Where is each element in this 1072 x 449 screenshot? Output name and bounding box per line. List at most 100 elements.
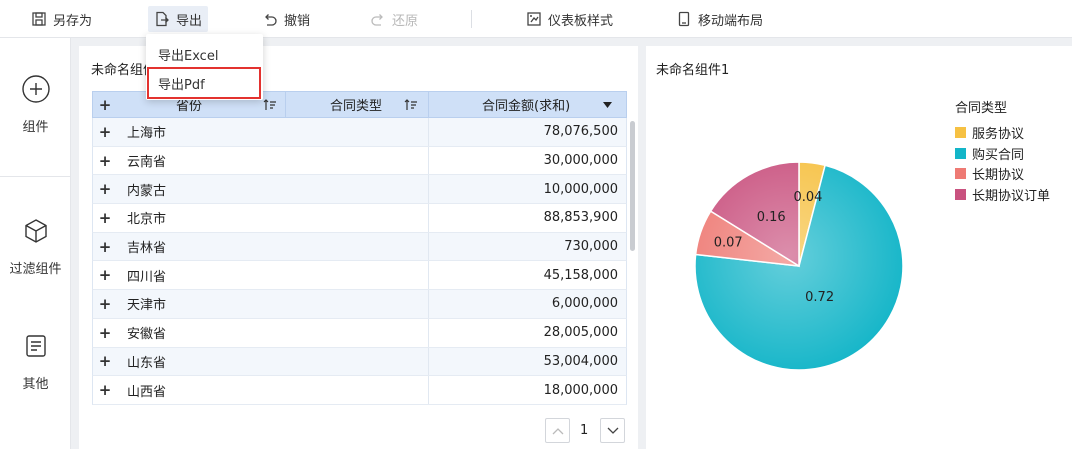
province-cell: + 云南省: [93, 147, 286, 175]
table-row[interactable]: + 四川省 45,158,000: [92, 261, 627, 291]
province-cell: + 山西省: [93, 376, 286, 404]
province-cell: + 上海市: [93, 118, 286, 146]
province-value: 山西省: [127, 384, 167, 400]
column-header-contract-type[interactable]: 合同类型: [286, 92, 429, 117]
legend-swatch: [955, 188, 966, 200]
legend-item[interactable]: 长期协议: [955, 164, 1024, 183]
amount-cell: 10,000,000: [543, 181, 618, 197]
province-cell: + 内蒙古: [93, 175, 286, 203]
expand-icon[interactable]: +: [93, 352, 117, 370]
rail-item-other[interactable]: 其他: [0, 331, 71, 392]
rail-item-label: 组件: [22, 120, 49, 135]
province-value: 上海市: [127, 126, 167, 142]
legend-label: 购买合同: [972, 147, 1025, 163]
expand-icon[interactable]: +: [93, 152, 117, 170]
data-table: + 省份 合同类型 合同金额(求和) + 上海市 78,076,500 + 云南省 30,…: [92, 91, 627, 405]
amount-cell: 78,076,500: [543, 124, 618, 140]
table-row[interactable]: + 天津市 6,000,000: [92, 290, 627, 319]
sort-icon[interactable]: [404, 98, 418, 112]
export-icon: [156, 11, 169, 27]
table-row[interactable]: + 北京市 88,853,900: [92, 204, 627, 233]
expand-icon[interactable]: +: [93, 238, 117, 256]
menu-item-export-excel[interactable]: 导出Excel: [158, 45, 218, 64]
legend-label: 长期协议订单: [972, 188, 1051, 204]
legend-item[interactable]: 服务协议: [955, 123, 1024, 142]
province-value: 安徽省: [127, 327, 167, 343]
contract-type-cell: [286, 261, 429, 290]
contract-type-cell: [286, 204, 429, 232]
contract-type-cell: [286, 232, 429, 261]
province-cell: + 吉林省: [93, 233, 286, 261]
province-cell: + 天津市: [93, 290, 286, 318]
caret-down-icon[interactable]: [603, 101, 612, 109]
undo-button[interactable]: 撤销: [256, 6, 316, 32]
table-row[interactable]: + 安徽省 28,005,000: [92, 318, 627, 348]
column-label: 合同类型: [330, 99, 383, 114]
toolbar-divider: [471, 10, 472, 28]
redo-button[interactable]: 还原: [364, 6, 424, 32]
expand-icon[interactable]: +: [93, 324, 117, 342]
rail-item-label: 其他: [22, 377, 49, 392]
component-rail: 组件 过滤组件 其他: [0, 38, 71, 449]
table-row[interactable]: + 吉林省 730,000: [92, 232, 627, 262]
save-as-label: 另存为: [53, 13, 93, 29]
rail-divider: [0, 176, 71, 177]
expand-icon[interactable]: +: [93, 381, 117, 399]
undo-icon: [265, 14, 277, 26]
column-header-amount[interactable]: 合同金额(求和): [429, 92, 626, 117]
expand-icon[interactable]: +: [93, 266, 117, 284]
province-value: 四川省: [127, 269, 167, 285]
legend-swatch: [955, 127, 966, 138]
chevron-down-icon: [607, 427, 618, 434]
expand-icon[interactable]: +: [93, 123, 117, 141]
expand-icon[interactable]: +: [93, 295, 117, 313]
table-row[interactable]: + 上海市 78,076,500: [92, 118, 627, 147]
export-button[interactable]: 导出: [148, 6, 209, 32]
table-row[interactable]: + 云南省 30,000,000: [92, 146, 627, 176]
redo-icon: [371, 14, 383, 26]
amount-cell: 6,000,000: [551, 296, 618, 312]
document-icon: [25, 335, 46, 357]
dashboard-style-button[interactable]: 仪表板样式: [520, 6, 619, 32]
table-scrollbar[interactable]: [630, 121, 635, 251]
contract-type-cell: [286, 376, 429, 404]
amount-cell: 18,000,000: [543, 382, 618, 398]
expand-icon[interactable]: +: [93, 209, 117, 227]
prev-page-button[interactable]: [545, 418, 570, 443]
mobile-layout-label: 移动端布局: [698, 13, 764, 29]
expand-icon[interactable]: +: [93, 180, 117, 198]
rail-item-components[interactable]: 组件: [0, 74, 71, 135]
legend-label: 长期协议: [972, 168, 1025, 183]
pie-chart: 0.04 0.72 0.07 0.16: [694, 161, 904, 371]
amount-cell: 730,000: [564, 239, 618, 255]
chevron-up-icon: [552, 427, 563, 434]
sort-icon[interactable]: [263, 98, 277, 112]
legend-item[interactable]: 购买合同: [955, 144, 1024, 163]
mobile-icon: [678, 11, 690, 27]
save-as-button[interactable]: 另存为: [25, 6, 98, 32]
province-value: 山东省: [127, 355, 167, 371]
table-row[interactable]: + 内蒙古 10,000,000: [92, 175, 627, 205]
contract-type-cell: [286, 347, 429, 376]
contract-type-cell: [286, 118, 429, 146]
rail-item-filters[interactable]: 过滤组件: [0, 216, 71, 277]
pie-slice-label: 0.07: [714, 236, 743, 251]
legend-item[interactable]: 长期协议订单: [955, 185, 1050, 204]
expand-icon[interactable]: +: [93, 96, 117, 114]
table-body: + 上海市 78,076,500 + 云南省 30,000,000 + 内蒙古 10,000,0…: [92, 118, 627, 405]
contract-type-cell: [286, 318, 429, 347]
mobile-layout-button[interactable]: 移动端布局: [670, 6, 769, 32]
legend-swatch: [955, 168, 966, 179]
redo-label: 还原: [392, 13, 419, 29]
table-row[interactable]: + 山西省 18,000,000: [92, 376, 627, 405]
next-page-button[interactable]: [600, 418, 625, 443]
rail-item-label: 过滤组件: [9, 262, 62, 277]
legend-title: 合同类型: [955, 101, 1008, 116]
dashboard-style-icon: [527, 12, 541, 26]
pie-slice-label: 0.04: [793, 190, 822, 205]
page-number: 1: [580, 423, 589, 438]
province-value: 吉林省: [127, 241, 167, 257]
cube-icon: [24, 219, 47, 243]
amount-cell: 45,158,000: [543, 267, 618, 283]
table-row[interactable]: + 山东省 53,004,000: [92, 347, 627, 377]
